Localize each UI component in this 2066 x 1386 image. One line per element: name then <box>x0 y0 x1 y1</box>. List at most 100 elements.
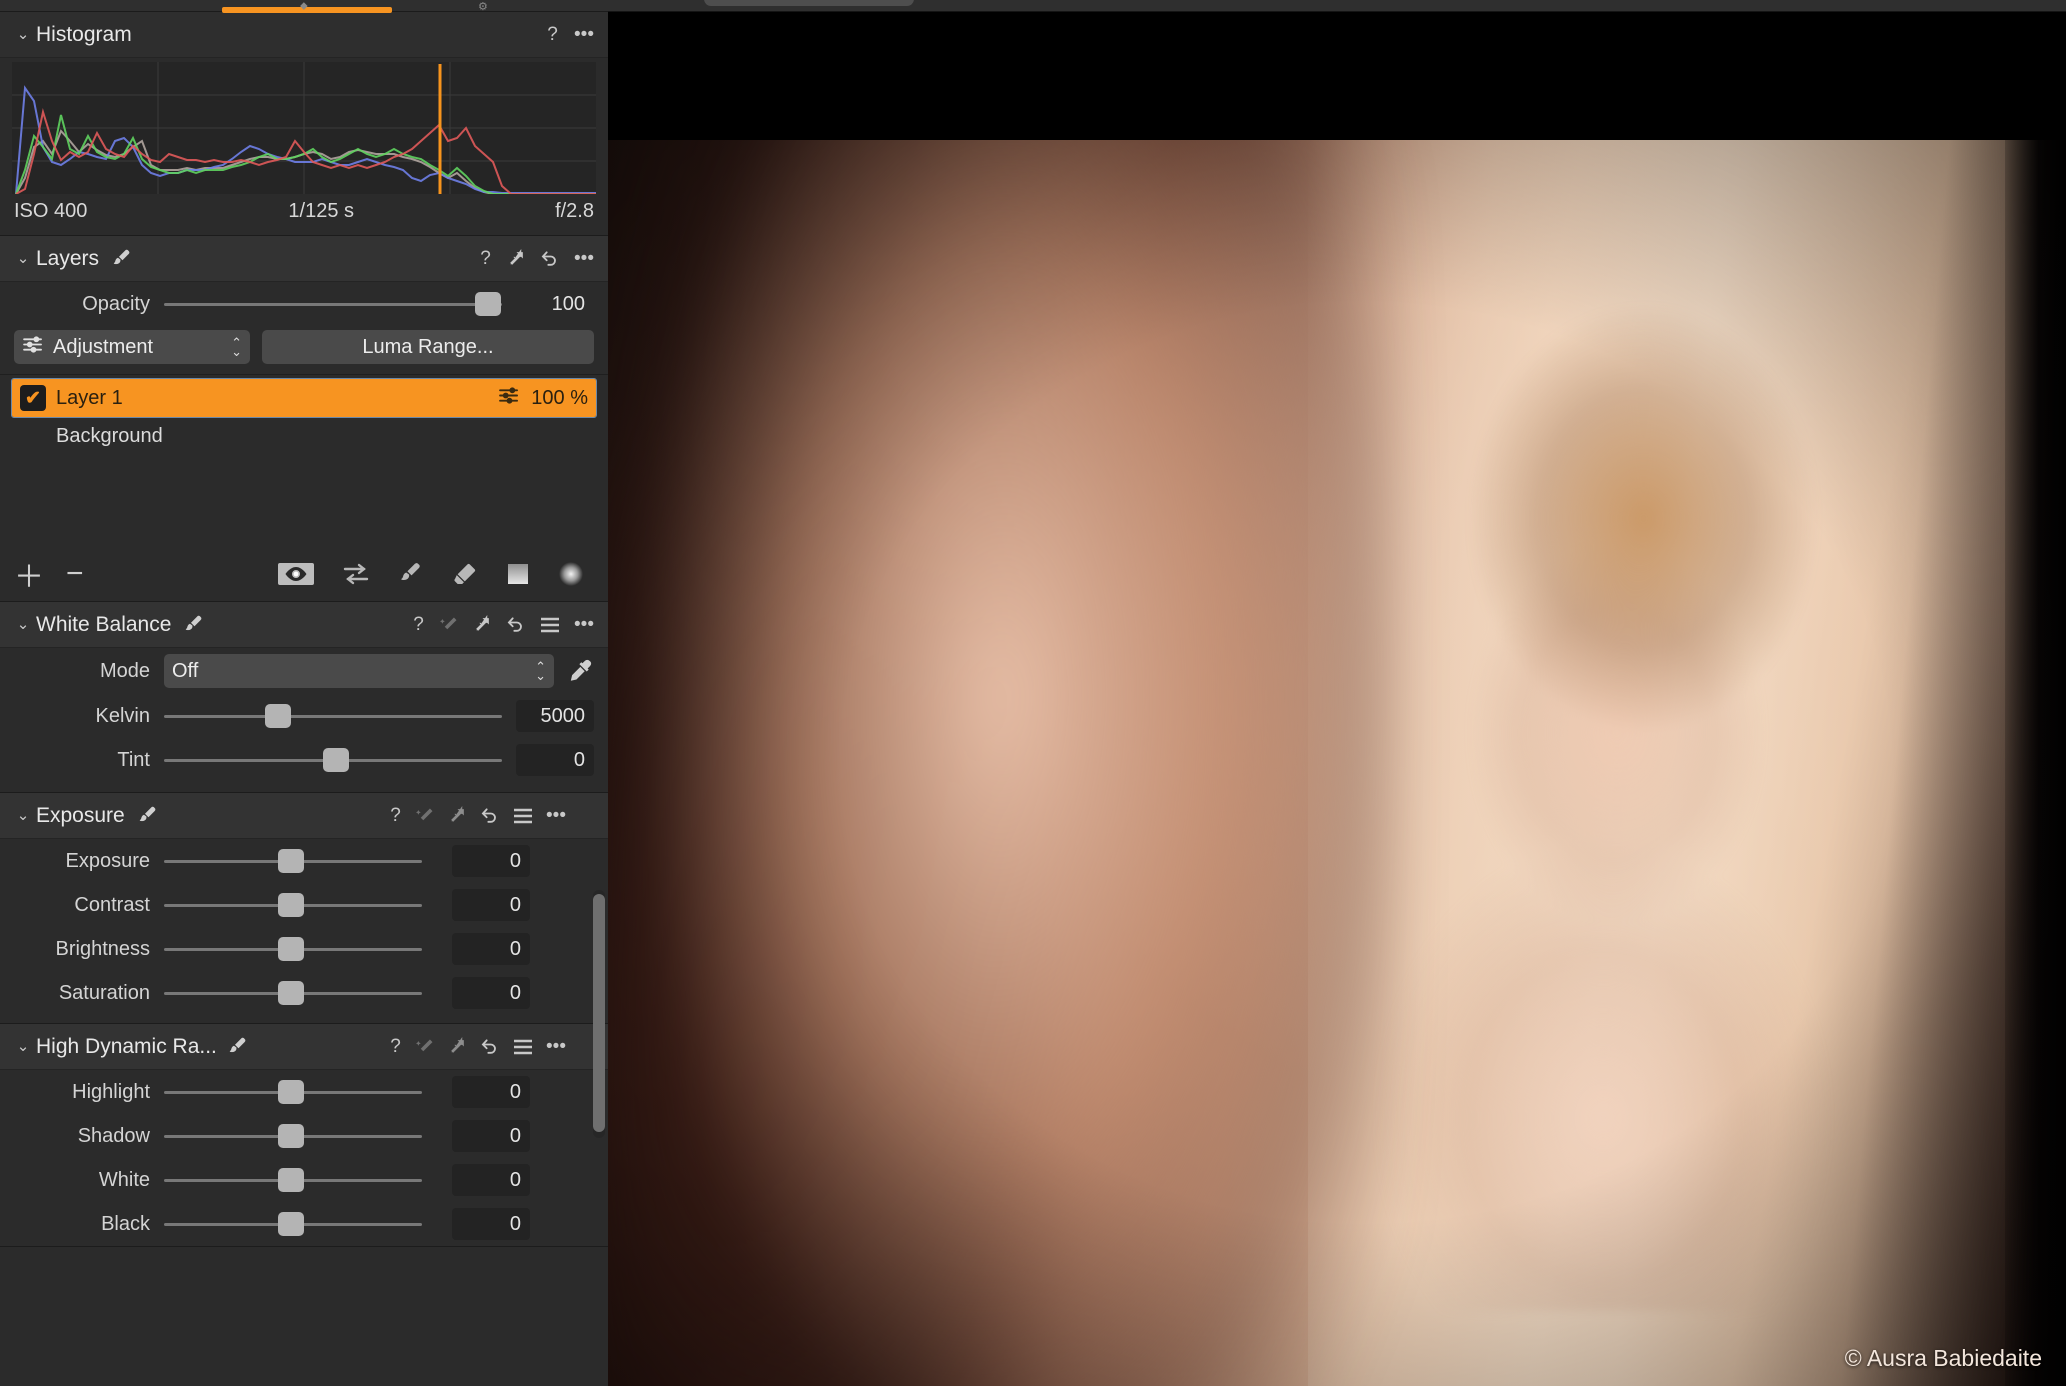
chevron-down-icon[interactable]: ⌄ <box>14 808 32 823</box>
eye-mask-icon[interactable] <box>278 563 314 585</box>
slider-knob[interactable] <box>277 893 304 917</box>
brush-icon[interactable] <box>137 805 159 827</box>
menu-lines-icon[interactable] <box>513 805 533 827</box>
reset-undo-icon[interactable] <box>480 805 500 827</box>
panel-exposure: ⌄ Exposure ? ••• Exposure 0 Contrast 0 B… <box>0 793 608 1024</box>
remove-layer-icon[interactable]: − <box>66 557 84 591</box>
reset-undo-icon[interactable] <box>506 614 526 636</box>
tab-icon-color[interactable]: ⬥ <box>300 0 308 13</box>
tint-slider[interactable] <box>164 747 502 773</box>
histogram-header[interactable]: ⌄ Histogram ? ••• <box>0 12 608 58</box>
question-mark-icon[interactable]: ? <box>478 248 493 270</box>
question-mark-icon[interactable]: ? <box>388 1036 403 1058</box>
shadow-value[interactable]: 0 <box>452 1120 530 1152</box>
slider-knob[interactable] <box>277 981 304 1005</box>
add-layer-icon[interactable]: ＋ <box>14 552 44 596</box>
exposure-header[interactable]: ⌄ Exposure ? ••• <box>0 793 608 839</box>
exposure-slider[interactable] <box>164 848 422 874</box>
white-label: White <box>98 1168 150 1191</box>
question-mark-icon[interactable]: ? <box>545 24 560 46</box>
brightness-value[interactable]: 0 <box>452 933 530 965</box>
layers-header[interactable]: ⌄ Layers ? ••• <box>0 236 608 282</box>
slider-knob[interactable] <box>265 704 292 728</box>
tool-tab-strip[interactable]: ⬥ ⚙ <box>0 0 608 13</box>
slider-knob[interactable] <box>277 849 304 873</box>
menu-lines-icon[interactable] <box>513 1036 533 1058</box>
auto-wand-icon[interactable] <box>440 614 459 636</box>
kelvin-slider[interactable] <box>164 703 502 729</box>
panel-title: Layers <box>36 246 100 270</box>
brush-icon[interactable] <box>111 248 133 270</box>
opacity-value[interactable]: 100 <box>516 288 594 320</box>
brightness-slider[interactable] <box>164 936 422 962</box>
contrast-value[interactable]: 0 <box>452 889 530 921</box>
saturation-slider[interactable] <box>164 980 422 1006</box>
ellipsis-icon[interactable]: ••• <box>574 24 594 46</box>
histogram-plot[interactable] <box>12 62 596 194</box>
opacity-slider[interactable] <box>164 291 502 317</box>
question-mark-icon[interactable]: ? <box>411 614 426 636</box>
expand-arrow-icon[interactable] <box>473 614 492 636</box>
photo-canvas[interactable]: © Ausra Babiedaite <box>608 140 2066 1386</box>
slider-knob[interactable] <box>277 937 304 961</box>
layer-visibility-checkbox[interactable]: ✔ <box>20 385 46 411</box>
slider-knob[interactable] <box>277 1080 304 1104</box>
black-value[interactable]: 0 <box>452 1208 530 1240</box>
wb-mode-select[interactable]: Off ⌃ ⌄ <box>164 654 554 688</box>
brush-icon[interactable] <box>398 561 424 587</box>
white-balance-header[interactable]: ⌄ White Balance ? ••• <box>0 602 608 648</box>
radial-gradient-icon[interactable] <box>558 561 584 587</box>
viewer-toolbar[interactable] <box>608 0 2066 12</box>
highlight-value[interactable]: 0 <box>452 1076 530 1108</box>
reset-undo-icon[interactable] <box>540 248 560 270</box>
reset-undo-icon[interactable] <box>480 1036 500 1058</box>
chevron-updown-icon[interactable]: ⌃ ⌄ <box>231 336 242 358</box>
saturation-value[interactable]: 0 <box>452 977 530 1009</box>
luma-range-button[interactable]: Luma Range... <box>262 330 594 364</box>
brush-icon[interactable] <box>183 614 205 636</box>
highlight-slider[interactable] <box>164 1079 422 1105</box>
white-slider[interactable] <box>164 1167 422 1193</box>
kelvin-value[interactable]: 5000 <box>516 700 594 732</box>
question-mark-icon[interactable]: ? <box>388 805 403 827</box>
auto-wand-icon[interactable] <box>416 1036 435 1058</box>
adjustment-select[interactable]: Adjustment ⌃ ⌄ <box>14 330 250 364</box>
brush-icon[interactable] <box>227 1036 249 1058</box>
image-viewer[interactable]: © Ausra Babiedaite <box>608 0 2066 1386</box>
white-value[interactable]: 0 <box>452 1164 530 1196</box>
chevron-down-icon[interactable]: ⌄ <box>14 1039 32 1054</box>
expand-arrow-icon[interactable] <box>448 1036 467 1058</box>
expand-arrow-icon[interactable] <box>448 805 467 827</box>
tint-value[interactable]: 0 <box>516 744 594 776</box>
ellipsis-icon[interactable]: ••• <box>546 805 566 827</box>
slider-knob[interactable] <box>322 748 349 772</box>
fill-mask-icon[interactable] <box>342 563 370 585</box>
chevron-down-icon[interactable]: ⌄ <box>14 27 32 42</box>
tab-icon-details[interactable]: ⚙ <box>478 0 488 13</box>
eraser-icon[interactable] <box>452 561 478 587</box>
ellipsis-icon[interactable]: ••• <box>546 1036 566 1058</box>
linear-gradient-icon[interactable] <box>506 562 530 586</box>
black-slider[interactable] <box>164 1211 422 1237</box>
sidebar-scrollbar-thumb[interactable] <box>593 894 605 1132</box>
auto-wand-icon[interactable] <box>416 805 435 827</box>
slider-knob[interactable] <box>277 1124 304 1148</box>
expand-arrow-icon[interactable] <box>507 248 526 270</box>
menu-lines-icon[interactable] <box>540 614 560 636</box>
slider-knob[interactable] <box>277 1212 304 1236</box>
eyedropper-icon[interactable] <box>568 659 594 682</box>
chevron-updown-icon[interactable]: ⌃ ⌄ <box>535 660 546 682</box>
hdr-header[interactable]: ⌄ High Dynamic Ra... ? ••• <box>0 1024 608 1070</box>
chevron-down-icon[interactable]: ⌄ <box>14 617 32 632</box>
ellipsis-icon[interactable]: ••• <box>574 248 594 270</box>
viewer-toolbar-pill[interactable] <box>704 0 914 6</box>
slider-knob[interactable] <box>277 1168 304 1192</box>
layer-row-1[interactable]: ✔ Layer 1 100 % <box>11 378 597 418</box>
layer-row-2[interactable]: Background <box>12 417 596 455</box>
exposure-value[interactable]: 0 <box>452 845 530 877</box>
ellipsis-icon[interactable]: ••• <box>574 614 594 636</box>
slider-knob[interactable] <box>474 292 501 316</box>
chevron-down-icon[interactable]: ⌄ <box>14 251 32 266</box>
contrast-slider[interactable] <box>164 892 422 918</box>
shadow-slider[interactable] <box>164 1123 422 1149</box>
